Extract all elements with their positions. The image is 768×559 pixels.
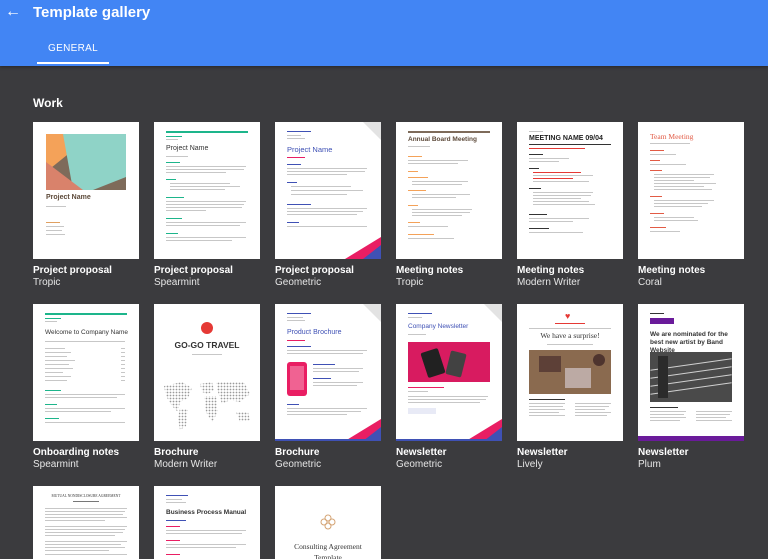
tab-general[interactable]: GENERAL [37, 36, 109, 64]
template-thumbnail: Product Brochure [275, 304, 381, 441]
thumb-title: Welcome to Company Name [45, 329, 128, 336]
template-name: Meeting notes [396, 265, 464, 276]
thumb-title: Annual Board Meeting [408, 136, 477, 143]
flower-logo-icon [320, 514, 336, 530]
template-name: Meeting notes [517, 265, 585, 276]
tropic-thumbnail-art [46, 134, 126, 190]
template-style: Lively [517, 459, 543, 470]
template-meeting-notes-tropic[interactable]: Annual Board Meeting Meeting notes Tropi… [396, 122, 502, 289]
thumb-title: Consulting Agreement Template [294, 542, 362, 559]
guitar-image [650, 352, 732, 402]
template-name: Project proposal [154, 265, 233, 276]
template-style: Spearmint [33, 459, 79, 470]
template-thumbnail: Project Name [33, 122, 139, 259]
world-map-art [164, 382, 250, 430]
template-project-proposal-geometric[interactable]: Project Name Project proposal Geometric [275, 122, 381, 289]
template-thumbnail: ​ We are nominated for the best new arti… [638, 304, 744, 441]
template-style: Coral [638, 277, 662, 288]
template-thumbnail: ♥ We have a surprise! [517, 304, 623, 441]
template-project-proposal-tropic[interactable]: Project Name Project proposal Tropic [33, 122, 139, 289]
template-thumbnail: Annual Board Meeting [396, 122, 502, 259]
template-style: Tropic [396, 277, 424, 288]
template-thumbnail: MEETING NAME 09/04 [517, 122, 623, 259]
geometric-corner-art [345, 419, 381, 441]
thumb-title: We have a surprise! [540, 331, 600, 340]
template-thumbnail: Team Meeting [638, 122, 744, 259]
thumb-title: Company Newsletter [408, 323, 469, 330]
template-name: Newsletter [396, 447, 447, 458]
thumb-title: Team Meeting [650, 132, 694, 141]
template-consulting-agreement[interactable]: Consulting Agreement Template [275, 486, 381, 559]
template-business-process-manual[interactable]: Business Process Manual [154, 486, 260, 559]
template-brochure-geometric[interactable]: Product Brochure Brochure Geometric [275, 304, 381, 471]
thumb-title: Project Name [166, 145, 209, 152]
template-style: Modern Writer [517, 277, 581, 288]
active-tab-indicator [37, 62, 109, 64]
thumb-title: MUTUAL NONDISCLOSURE AGREEMENT [51, 494, 121, 498]
template-name: Newsletter [517, 447, 568, 458]
template-thumbnail: Business Process Manual [154, 486, 260, 559]
section-title-work: Work [33, 96, 63, 110]
template-style: Geometric [396, 459, 443, 470]
heart-icon: ♥ [565, 311, 571, 321]
template-thumbnail: Project Name [154, 122, 260, 259]
thumb-title: MEETING NAME 09/04 [529, 135, 603, 142]
template-thumbnail: GO-GO TRAVEL [154, 304, 260, 441]
template-name: Onboarding notes [33, 447, 120, 458]
newsletter-hero-image [408, 342, 490, 382]
geometric-corner-art [466, 419, 502, 441]
template-brochure-modern-writer[interactable]: GO-GO TRAVEL Brochure Modern Writer [154, 304, 260, 471]
template-meeting-notes-coral[interactable]: Team Meeting Meeting notes Coral [638, 122, 744, 289]
template-style: Geometric [275, 277, 322, 288]
template-style: Tropic [33, 277, 61, 288]
app-header: ← Template gallery GENERAL [0, 0, 768, 66]
template-name: Project proposal [33, 265, 112, 276]
thumb-title: Product Brochure [287, 329, 342, 336]
template-project-proposal-spearmint[interactable]: Project Name Project proposal Spearmint [154, 122, 260, 289]
back-button[interactable]: ← [4, 3, 22, 21]
template-name: Newsletter [638, 447, 689, 458]
tab-general-label: GENERAL [48, 43, 98, 54]
template-name: Brochure [154, 447, 199, 458]
phone-image [287, 362, 307, 396]
template-thumbnail: Welcome to Company Name [33, 304, 139, 441]
page-title: Template gallery [33, 4, 151, 21]
template-name: Meeting notes [638, 265, 706, 276]
template-nondisclosure-agreement[interactable]: MUTUAL NONDISCLOSURE AGREEMENT [33, 486, 139, 559]
template-newsletter-plum[interactable]: ​ We are nominated for the best new arti… [638, 304, 744, 471]
geometric-corner-art [345, 237, 381, 259]
template-name: Project proposal [275, 265, 354, 276]
thumb-title: Business Process Manual [166, 509, 247, 516]
template-style: Modern Writer [154, 459, 218, 470]
brochure-logo-dot [201, 322, 213, 334]
newsletter-hero-image [529, 350, 611, 394]
thumb-title: Project Name [287, 145, 333, 154]
thumb-title: GO-GO TRAVEL [174, 340, 240, 350]
template-thumbnail: MUTUAL NONDISCLOSURE AGREEMENT [33, 486, 139, 559]
template-thumbnail: Consulting Agreement Template [275, 486, 381, 559]
template-meeting-notes-modern-writer[interactable]: MEETING NAME 09/04 Meeting notes Modern … [517, 122, 623, 289]
template-newsletter-geometric[interactable]: Company Newsletter Newsletter Geometric [396, 304, 502, 471]
template-thumbnail: Company Newsletter [396, 304, 502, 441]
template-style: Spearmint [154, 277, 200, 288]
template-name: Brochure [275, 447, 320, 458]
arrow-left-icon: ← [5, 3, 21, 20]
thumb-title: Project Name [46, 194, 91, 201]
template-style: Plum [638, 459, 661, 470]
template-thumbnail: Project Name [275, 122, 381, 259]
template-onboarding-notes-spearmint[interactable]: Welcome to Company Name Onboarding notes… [33, 304, 139, 471]
template-style: Geometric [275, 459, 322, 470]
template-newsletter-lively[interactable]: ♥ We have a surprise! Newsletter Lively [517, 304, 623, 471]
